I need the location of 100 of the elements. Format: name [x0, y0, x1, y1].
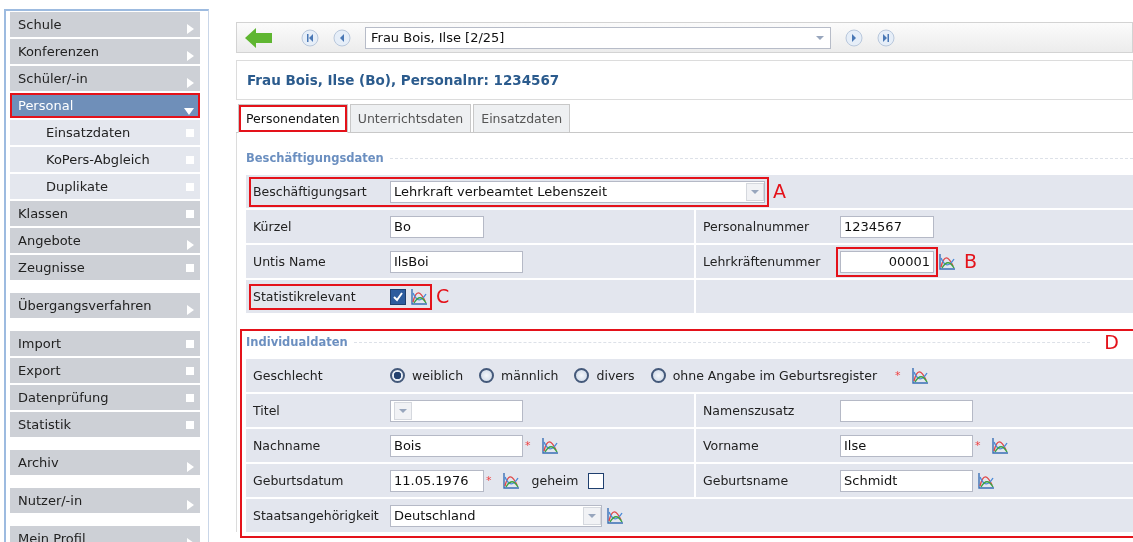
last-record-icon[interactable] — [877, 28, 895, 47]
section-title: Beschäftigungsdaten — [246, 151, 384, 165]
chart-icon[interactable] — [501, 471, 520, 490]
sidebar-item[interactable]: Nutzer/-in — [10, 488, 200, 513]
required-mark: * — [895, 369, 901, 382]
caret-button[interactable] — [583, 506, 601, 525]
sidebar-item[interactable]: Statistik — [10, 412, 200, 437]
input-field[interactable]: 00001 — [840, 250, 934, 273]
caret-button[interactable] — [746, 182, 764, 201]
record-dropdown[interactable]: Frau Bois, Ilse [2/25] — [365, 26, 831, 49]
sidebar-item[interactable]: Schule — [10, 12, 200, 37]
annotation-letter: D — [1104, 332, 1119, 352]
radio-label: weiblich — [412, 368, 464, 383]
field-label: Titel — [253, 403, 281, 418]
sidebar-subitem[interactable]: Duplikate — [10, 174, 200, 199]
field-label: Geburtsname — [703, 473, 790, 488]
sidebar-item[interactable]: Klassen — [10, 201, 200, 226]
input-field[interactable]: Bo — [390, 215, 484, 238]
square-icon — [186, 209, 194, 218]
checkbox-label: geheim — [531, 473, 579, 488]
square-icon — [186, 339, 194, 348]
chart-icon[interactable] — [990, 436, 1009, 455]
triangle-right-icon — [187, 499, 194, 510]
field-label: Beschäftigungsart — [253, 184, 368, 199]
triangle-right-icon — [187, 461, 194, 472]
caret-icon — [816, 35, 824, 40]
radio-label: männlich — [501, 368, 559, 383]
sidebar-item[interactable]: Konferenzen — [10, 39, 200, 64]
triangle-right-icon — [187, 304, 194, 315]
triangle-right-icon — [187, 77, 194, 88]
square-icon — [186, 393, 194, 402]
triangle-right-icon — [187, 239, 194, 250]
field-label: Vorname — [703, 438, 760, 453]
sidebar-item[interactable]: Übergangsverfahren — [10, 293, 200, 318]
sidebar-item[interactable]: Schüler/-in — [10, 66, 200, 91]
input-field[interactable] — [840, 399, 973, 422]
chart-icon[interactable] — [540, 436, 559, 455]
checkbox[interactable] — [390, 288, 406, 305]
field-label: Nachname — [253, 438, 322, 453]
field-label: Geschlecht — [253, 368, 324, 383]
chart-icon[interactable] — [977, 471, 995, 490]
square-icon — [186, 420, 194, 429]
input-field[interactable]: Schmidt — [840, 469, 973, 492]
radio-label: ohne Angabe im Geburtsregister — [672, 368, 878, 383]
radio-button[interactable] — [650, 368, 666, 383]
first-record-icon[interactable] — [301, 28, 319, 47]
chart-icon[interactable] — [938, 252, 956, 271]
input-field[interactable]: 1234567 — [840, 215, 934, 238]
checkbox[interactable] — [588, 472, 605, 489]
field-label: Personalnummer — [703, 219, 811, 234]
chart-icon[interactable] — [606, 506, 624, 525]
triangle-right-icon — [187, 50, 194, 61]
chart-icon[interactable] — [910, 366, 929, 385]
annotation-letter: B — [964, 252, 978, 271]
sidebar-item[interactable]: Import — [10, 331, 200, 356]
triangle-right-icon — [187, 23, 194, 34]
required-mark: * — [486, 474, 492, 487]
field-label: Geburtsdatum — [253, 473, 345, 488]
dropdown-field[interactable]: Deutschland — [390, 504, 602, 527]
annotation-letter: A — [773, 182, 786, 201]
check-icon — [392, 290, 404, 303]
sidebar-subitem[interactable]: KoPers-Abgleich — [10, 147, 200, 172]
sidebar-item[interactable]: Angebote — [10, 228, 200, 253]
sidebar-item[interactable]: Archiv — [10, 450, 200, 475]
radio-button[interactable] — [479, 368, 495, 383]
sidebar-item[interactable]: Zeugnisse — [10, 255, 200, 280]
previous-record-icon[interactable] — [333, 28, 351, 47]
triangle-down-icon — [184, 108, 194, 115]
square-icon — [186, 182, 194, 191]
dropdown-field[interactable]: Lehrkraft verbeamtet Lebenszeit — [390, 180, 765, 203]
input-field[interactable]: Bois — [390, 434, 523, 457]
section-title: Individualdaten — [246, 335, 348, 349]
tab[interactable]: Unterrichtsdaten — [349, 104, 472, 133]
sidebar-item[interactable]: Export — [10, 358, 200, 383]
record-title: Frau Bois, Ilse (Bo), Personalnr: 1234567 — [236, 60, 1133, 100]
field-label: Kürzel — [253, 219, 293, 234]
sidebar-item[interactable]: Datenprüfung — [10, 385, 200, 410]
sidebar-subitem[interactable]: Einsatzdaten — [10, 120, 200, 145]
next-record-icon[interactable] — [845, 28, 863, 47]
field-label: Untis Name — [253, 254, 327, 269]
radio-button[interactable] — [574, 368, 590, 383]
input-field[interactable]: IlsBoi — [390, 250, 523, 273]
field-label: Namenszusatz — [703, 403, 796, 418]
radio-button[interactable] — [390, 368, 405, 383]
input-field[interactable]: Ilse — [840, 434, 973, 457]
field-label: Statistikrelevant — [253, 289, 357, 304]
back-arrow-icon[interactable] — [245, 27, 273, 48]
square-icon — [186, 155, 194, 164]
caret-button[interactable] — [394, 401, 412, 420]
field-label: Lehrkräftenummer — [703, 254, 822, 269]
input-field[interactable]: 11.05.1976 — [390, 469, 484, 492]
tab[interactable]: Personendaten — [238, 104, 348, 133]
square-icon — [186, 263, 194, 272]
square-icon — [186, 366, 194, 375]
required-mark: * — [975, 439, 981, 452]
annotation-letter: C — [436, 287, 450, 306]
tab[interactable]: Einsatzdaten — [473, 104, 571, 133]
dropdown-field[interactable] — [390, 399, 523, 422]
square-icon — [186, 128, 194, 137]
radio-label: divers — [596, 368, 635, 383]
